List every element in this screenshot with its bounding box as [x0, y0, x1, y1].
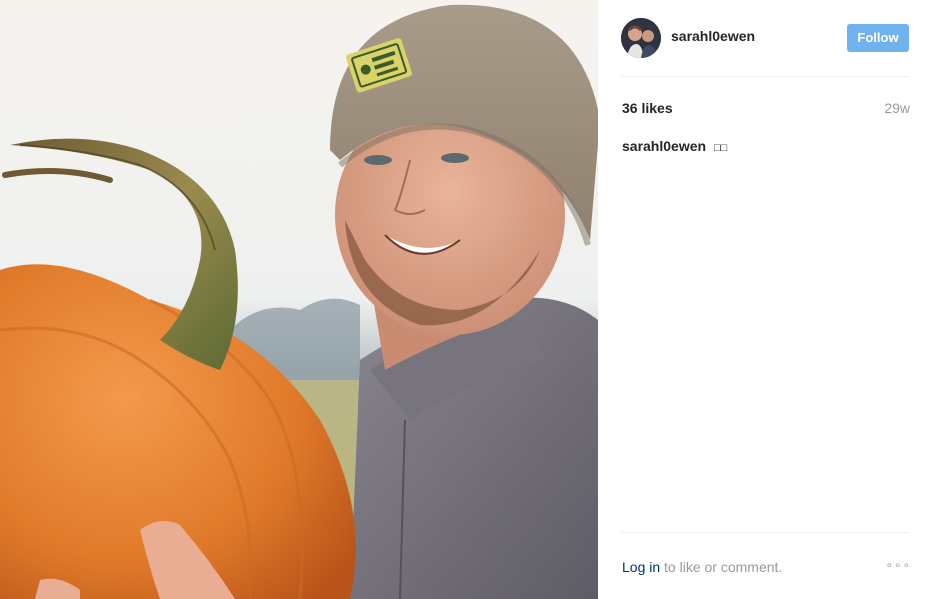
login-suffix: to like or comment.: [660, 559, 783, 575]
caption: sarahl0ewen □□: [622, 138, 727, 154]
instagram-post: sarahl0ewen Follow 36 likes 29w sarahl0e…: [0, 0, 933, 599]
likes-count[interactable]: 36 likes: [622, 100, 673, 116]
login-prompt: Log in to like or comment.: [622, 559, 782, 575]
post-photo[interactable]: [0, 0, 598, 599]
post-timestamp[interactable]: 29w: [884, 100, 910, 116]
divider: [621, 76, 909, 77]
post-header: sarahl0ewen Follow: [621, 16, 909, 60]
post-sidebar: sarahl0ewen Follow 36 likes 29w sarahl0e…: [598, 0, 933, 599]
avatar-image: [621, 18, 661, 58]
avatar[interactable]: [621, 18, 661, 58]
username[interactable]: sarahl0ewen: [671, 28, 755, 44]
ellipsis-icon[interactable]: ∘∘∘: [885, 558, 911, 572]
caption-username[interactable]: sarahl0ewen: [622, 138, 706, 154]
follow-button[interactable]: Follow: [847, 24, 909, 52]
caption-text: □□: [713, 142, 728, 154]
divider: [621, 532, 909, 533]
login-link[interactable]: Log in: [622, 559, 660, 575]
photo-illustration: [0, 0, 598, 599]
